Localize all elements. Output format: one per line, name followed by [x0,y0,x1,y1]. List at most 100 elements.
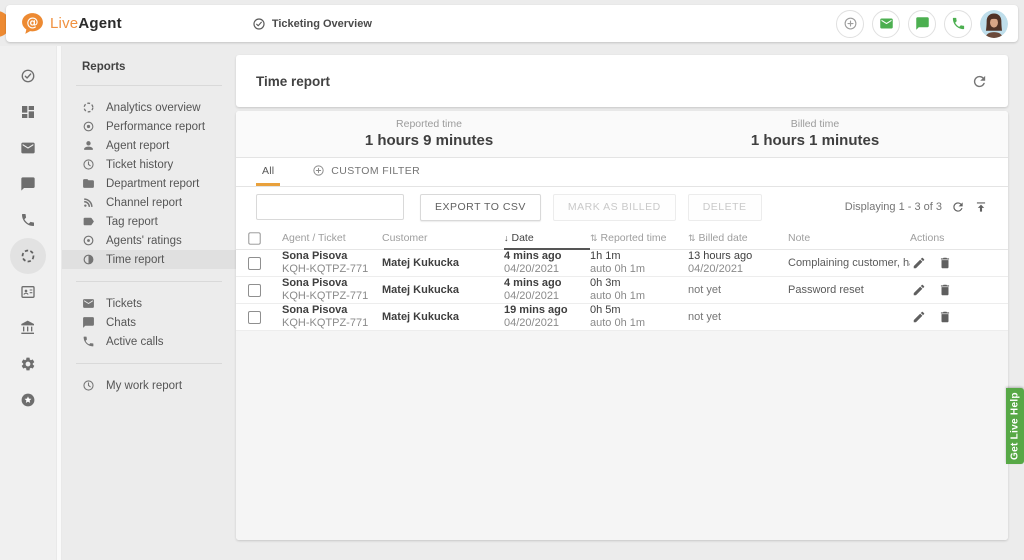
column-header-note[interactable]: Note [788,227,910,249]
sidebar-item-department-report[interactable]: Department report [62,174,236,193]
cell-primary: Matej Kukucka [382,284,504,297]
table-row[interactable]: Sona PisovaKQH-KQTPZ-771Matej Kukucka4 m… [236,277,1008,304]
star-circle-icon [20,392,36,408]
chat-icon [82,316,95,329]
sidebar-item-agent-report[interactable]: Agent report [62,136,236,155]
column-label: Note [788,232,810,244]
edit-icon[interactable] [912,256,926,270]
cell-secondary: auto 0h 1m [590,317,688,330]
top-bar: @ LiveAgent Ticketing Overview [6,5,1018,42]
toolbar-buttons: EXPORT TO CSV MARK AS BILLED DELETE [420,194,762,221]
row-checkbox[interactable] [248,284,261,297]
delete-icon[interactable] [938,310,952,324]
row-checkbox[interactable] [248,257,261,270]
topbar-actions [836,10,1008,38]
avatar-icon [980,10,1008,38]
table-row[interactable]: Sona PisovaKQH-KQTPZ-771Matej Kukucka19 … [236,304,1008,331]
row-actions [910,283,996,297]
table-row[interactable]: Sona PisovaKQH-KQTPZ-771Matej Kukucka4 m… [236,250,1008,277]
new-call-button[interactable] [944,10,972,38]
circle-dot-icon [82,234,95,247]
mark-as-billed-button[interactable]: MARK AS BILLED [553,194,676,221]
sidebar-item-label: Department report [106,178,199,190]
edit-icon[interactable] [912,310,926,324]
cell-primary: 1h 1m [590,250,688,263]
sidebar-item-tickets[interactable]: Tickets [62,294,236,313]
sidebar-item-analytics-overview[interactable]: Analytics overview [62,98,236,117]
plus-circle-icon [843,16,858,31]
table-empty-area [236,331,1008,540]
get-live-help-tab[interactable]: Get Live Help [1006,388,1024,464]
rail-item-to-solve[interactable] [10,58,46,94]
row-checkbox[interactable] [248,311,261,324]
column-header-date[interactable]: ↓Date [504,228,590,250]
summary-stats: Reported time 1 hours 9 minutes Billed t… [236,111,1008,158]
delete-button[interactable]: DELETE [688,194,762,221]
new-chat-button[interactable] [908,10,936,38]
clock-icon [82,379,95,392]
cell-primary: Sona Pisova [282,250,382,263]
cell-secondary: KQH-KQTPZ-771 [282,290,382,303]
main-panel: Time report Reported time 1 hours 9 minu… [236,55,1008,540]
rail-item-reports[interactable] [10,238,46,274]
refresh-list-icon[interactable] [951,200,965,214]
sidebar-item-tag-report[interactable]: Tag report [62,212,236,231]
note-cell: Complaining customer, hard t [788,257,910,269]
target-icon [82,120,95,133]
rail-item-billing[interactable] [10,310,46,346]
tab-all[interactable]: All [256,158,280,186]
person-icon [82,139,95,152]
cell-primary: Matej Kukucka [382,257,504,270]
tab-label: CUSTOM FILTER [331,165,420,177]
rail-item-help[interactable] [10,382,46,418]
sidebar-item-ticket-history[interactable]: Ticket history [62,155,236,174]
delete-icon[interactable] [938,256,952,270]
column-label: Agent / Ticket [282,232,346,244]
sidebar-item-label: Tickets [106,298,142,310]
cell-primary: Sona Pisova [282,304,382,317]
column-header-actions[interactable]: Actions [910,227,996,249]
sidebar-item-chats[interactable]: Chats [62,313,236,332]
column-header-reported-time[interactable]: ⇅Reported time [590,227,688,249]
add-button[interactable] [836,10,864,38]
rail-item-configuration[interactable] [10,346,46,382]
column-header-billed-date[interactable]: ⇅Billed date [688,227,788,249]
column-header-agent-ticket[interactable]: Agent / Ticket [282,227,382,249]
rail-item-calls[interactable] [10,202,46,238]
refresh-icon[interactable] [971,73,988,90]
cell-secondary: 04/20/2021 [504,290,590,303]
rail-item-chats[interactable] [10,166,46,202]
new-ticket-button[interactable] [872,10,900,38]
liveagent-logo[interactable]: @ LiveAgent [20,11,122,36]
sidebar-item-label: Performance report [106,121,205,133]
export-to-csv-button[interactable]: EXPORT TO CSV [420,194,541,221]
sidebar-item-label: My work report [106,380,182,392]
delete-icon[interactable] [938,283,952,297]
cell-primary: Sona Pisova [282,277,382,290]
profile-button[interactable] [980,10,1008,38]
tab-label: All [262,165,274,177]
sidebar-item-time-report[interactable]: Time report [62,250,236,269]
sidebar-item-agents-ratings[interactable]: Agents' ratings [62,231,236,250]
sidebar-item-my-work-report[interactable]: My work report [62,376,236,395]
mail-icon [82,297,95,310]
sidebar-item-channel-report[interactable]: Channel report [62,193,236,212]
chat-icon [20,176,36,192]
reports-circle-icon [20,248,36,264]
column-header-customer[interactable]: Customer [382,227,504,249]
cell-secondary: auto 0h 1m [590,263,688,276]
dashed-circle-icon [82,101,95,114]
nav-ticketing-overview[interactable]: Ticketing Overview [252,17,372,31]
check-circle-icon [252,17,266,31]
rail-item-dashboard[interactable] [10,94,46,130]
sidebar-item-active-calls[interactable]: Active calls [62,332,236,351]
tab-custom-filter[interactable]: CUSTOM FILTER [306,158,426,186]
scroll-top-icon[interactable] [974,200,988,214]
search-input[interactable] [256,194,404,220]
rail-item-tickets[interactable] [10,130,46,166]
select-all-checkbox[interactable] [248,232,260,244]
edit-icon[interactable] [912,283,926,297]
svg-text:@: @ [27,15,39,29]
rail-item-customers[interactable] [10,274,46,310]
sidebar-item-performance-report[interactable]: Performance report [62,117,236,136]
